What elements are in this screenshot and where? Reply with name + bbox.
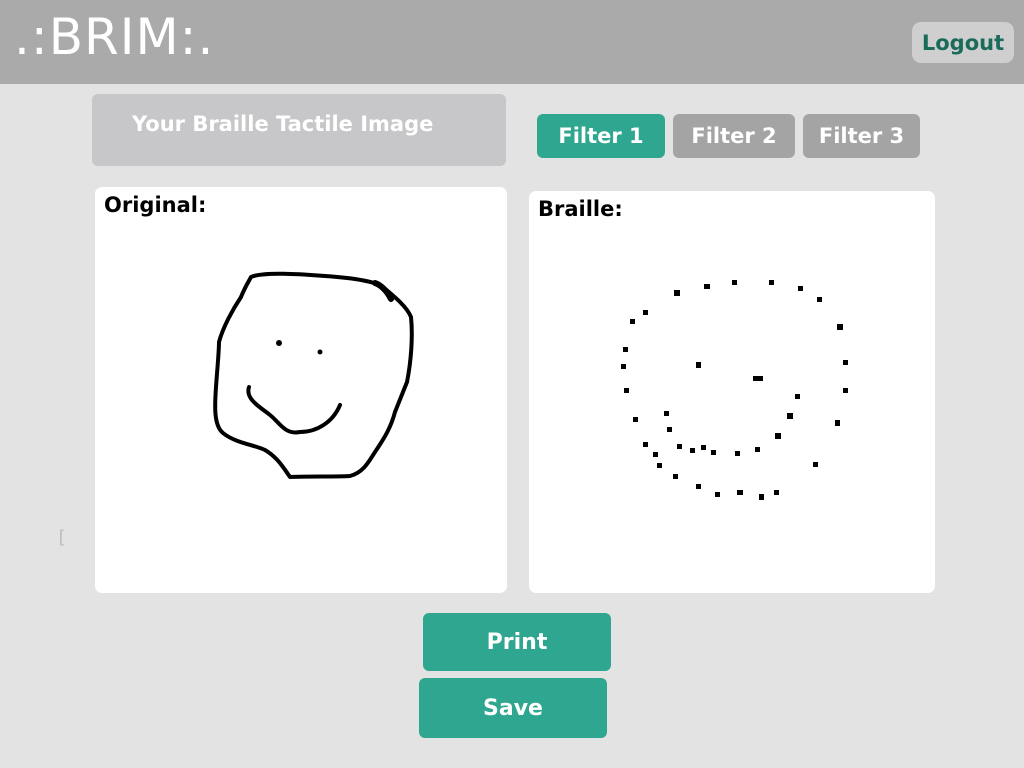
braille-drawing — [621, 280, 848, 500]
original-drawing — [213, 271, 414, 479]
print-button[interactable]: Print — [423, 613, 611, 671]
filter-1-button[interactable]: Filter 1 — [537, 114, 665, 158]
filter-3-button[interactable]: Filter 3 — [803, 114, 920, 158]
top-bar: .:BRIM:. Logout — [0, 0, 1024, 84]
save-button[interactable]: Save — [419, 678, 607, 738]
app-logo: .:BRIM:. — [14, 8, 215, 66]
page-title: Your Braille Tactile Image — [132, 112, 434, 136]
original-image-panel: Original: — [95, 187, 507, 593]
side-mark: [ — [56, 527, 67, 548]
page-title-box: Your Braille Tactile Image — [92, 94, 506, 166]
logout-button[interactable]: Logout — [912, 22, 1014, 63]
filter-2-button[interactable]: Filter 2 — [673, 114, 795, 158]
braille-image-panel: Braille: — [529, 191, 935, 593]
